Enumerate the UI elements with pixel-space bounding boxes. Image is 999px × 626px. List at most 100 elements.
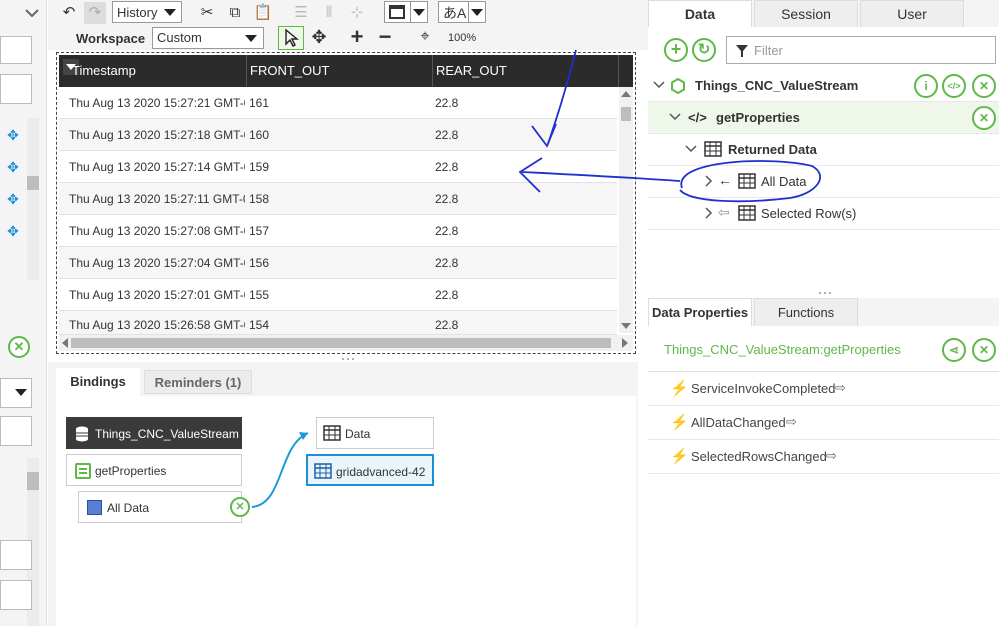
chevron-down-icon[interactable] (22, 4, 42, 22)
column-header-front-out[interactable]: FRONT_OUT (247, 55, 433, 87)
workspace-label: Workspace (76, 31, 146, 46)
remove-binding-icon[interactable]: ✕ (230, 497, 250, 517)
table-row[interactable]: Thu Aug 13 2020 15:27:01 GMT-0 155 22.8 (59, 279, 617, 311)
database-icon (75, 426, 89, 442)
undo-icon[interactable]: ↶ (58, 2, 80, 24)
table-row[interactable]: Thu Aug 13 2020 15:27:11 GMT-0 158 22.8 (59, 183, 617, 215)
scroll-down-icon[interactable] (621, 323, 631, 329)
service-icon (75, 463, 91, 479)
align-center-icon[interactable]: ☰ (290, 2, 312, 24)
tab-reminders[interactable]: Reminders (1) (144, 370, 252, 394)
toolbar-workspace: Workspace Custom ✥ + − ⌖ 100% (48, 26, 648, 50)
filter-input[interactable]: Filter (726, 36, 996, 64)
close-icon[interactable]: ✕ (972, 338, 996, 362)
data-panel: Data Session User + ↻ Filter Things_CNC_… (648, 0, 999, 290)
cut-icon[interactable]: ✂ (196, 2, 218, 24)
tree-item-selected-rows[interactable]: ⇦ Selected Row(s) (648, 198, 999, 230)
chevron-right-icon[interactable] (702, 174, 716, 188)
tab-functions[interactable]: Functions (754, 298, 858, 326)
scroll-left-icon[interactable] (62, 338, 68, 348)
crosshair-icon[interactable]: ⌖ (414, 26, 436, 48)
zoom-in-icon[interactable]: + (346, 26, 368, 48)
binding-source-thing[interactable]: Things_CNC_ValueStream (66, 417, 242, 449)
close-icon[interactable]: ✕ (972, 74, 996, 98)
tab-data-properties[interactable]: Data Properties (648, 298, 752, 326)
share-icon[interactable]: ⋖ (942, 338, 966, 362)
left-dropdown-2[interactable] (0, 378, 32, 408)
snap-icon[interactable]: ⊹ (346, 2, 368, 24)
pan-icon[interactable]: ✥ (308, 26, 330, 48)
grid-horizontal-scrollbar[interactable] (59, 335, 633, 351)
chevron-down-icon[interactable] (652, 78, 666, 92)
left-scroll-thumb-2[interactable] (27, 472, 39, 490)
align-bars-icon[interactable]: ⫴ (318, 2, 340, 24)
chevron-down-icon[interactable] (668, 110, 682, 124)
grid-hscroll-thumb[interactable] (71, 338, 611, 348)
table-row[interactable]: Thu Aug 13 2020 15:26:58 GMT-0 154 22.8 (59, 311, 617, 335)
info-icon[interactable]: i (914, 74, 938, 98)
redo-icon[interactable]: ↷ (84, 2, 106, 24)
copy-icon[interactable]: ⧉ (224, 2, 246, 24)
move-icon[interactable]: ✥ (5, 159, 21, 175)
code-icon[interactable]: </> (942, 74, 966, 98)
zoom-out-icon[interactable]: − (374, 26, 396, 48)
workspace-dropdown[interactable]: Custom (152, 27, 264, 49)
scroll-up-icon[interactable] (621, 91, 631, 97)
data-properties-panel: Data Properties Functions Things_CNC_Val… (648, 298, 999, 626)
paste-icon[interactable]: 📋 (252, 2, 274, 24)
chevron-down-icon[interactable] (684, 142, 698, 156)
history-dropdown-arrow[interactable] (162, 1, 182, 23)
binding-source-output[interactable]: All Data (78, 491, 242, 523)
event-item[interactable]: ⚡ AllDataChanged ⇨ (648, 406, 999, 440)
table-row[interactable]: Thu Aug 13 2020 15:27:18 GMT-0 160 22.8 (59, 119, 617, 151)
tree-item-all-data[interactable]: ← All Data (648, 166, 999, 198)
move-icon[interactable]: ✥ (5, 191, 21, 207)
lightning-icon: ⚡ (670, 414, 689, 431)
splitter-handle[interactable] (818, 291, 832, 295)
tab-bindings[interactable]: Bindings (56, 368, 140, 396)
event-item[interactable]: ⚡ ServiceInvokeCompleted ⇨ (648, 372, 999, 406)
column-header-timestamp[interactable]: Timestamp (59, 55, 247, 87)
close-icon[interactable]: ✕ (8, 336, 30, 358)
table-row[interactable]: Thu Aug 13 2020 15:27:08 GMT-0 157 22.8 (59, 215, 617, 247)
table-row[interactable]: Thu Aug 13 2020 15:27:14 GMT-0 159 22.8 (59, 151, 617, 183)
tree-item-service[interactable]: </> getProperties ✕ (648, 102, 999, 134)
left-dropdown[interactable] (0, 36, 32, 64)
add-data-icon[interactable]: + (664, 38, 688, 62)
filter-icon (735, 44, 749, 58)
event-item[interactable]: ⚡ SelectedRowsChanged ⇨ (648, 440, 999, 474)
left-input-3[interactable] (0, 540, 32, 570)
left-scroll-thumb[interactable] (27, 176, 39, 190)
table-icon (738, 205, 756, 221)
grid-widget-frame[interactable]: Timestamp FRONT_OUT REAR_OUT Thu Aug 13 … (56, 52, 636, 354)
layout-dropdown[interactable] (384, 1, 428, 23)
arrow-left-icon: ← (718, 172, 732, 188)
move-icon[interactable]: ✥ (5, 127, 21, 143)
refresh-icon[interactable]: ↻ (692, 38, 716, 62)
grid-advanced[interactable]: Timestamp FRONT_OUT REAR_OUT Thu Aug 13 … (59, 55, 633, 351)
grid-vertical-scrollbar[interactable] (619, 87, 633, 333)
select-tool-icon[interactable] (278, 26, 304, 50)
binding-source-service[interactable]: getProperties (66, 454, 242, 486)
column-header-rear-out[interactable]: REAR_OUT (433, 55, 619, 87)
tree-item-thing[interactable]: Things_CNC_ValueStream i </> ✕ (648, 70, 999, 102)
language-dropdown[interactable]: あA (438, 1, 486, 23)
table-row[interactable]: Thu Aug 13 2020 15:27:21 GMT-0 161 22.8 (59, 87, 617, 119)
left-scrollbar[interactable] (27, 118, 39, 280)
tab-session[interactable]: Session (754, 0, 858, 27)
close-icon[interactable]: ✕ (972, 106, 996, 130)
tab-user[interactable]: User (860, 0, 964, 27)
tree-item-returned-data[interactable]: Returned Data (648, 134, 999, 166)
left-input-2[interactable] (0, 416, 32, 446)
move-icon[interactable]: ✥ (5, 223, 21, 239)
grid-scroll-thumb[interactable] (621, 107, 631, 121)
left-input[interactable] (0, 74, 32, 104)
binding-target-widget[interactable]: gridadvanced-42 (306, 454, 434, 486)
chevron-right-icon[interactable] (702, 206, 716, 220)
left-input-4[interactable] (0, 580, 32, 610)
tab-data[interactable]: Data (648, 0, 752, 27)
table-row[interactable]: Thu Aug 13 2020 15:27:04 GMT-0 156 22.8 (59, 247, 617, 279)
splitter-handle[interactable] (341, 357, 355, 361)
scroll-right-icon[interactable] (622, 338, 628, 348)
binding-target-property[interactable]: Data (316, 417, 434, 449)
